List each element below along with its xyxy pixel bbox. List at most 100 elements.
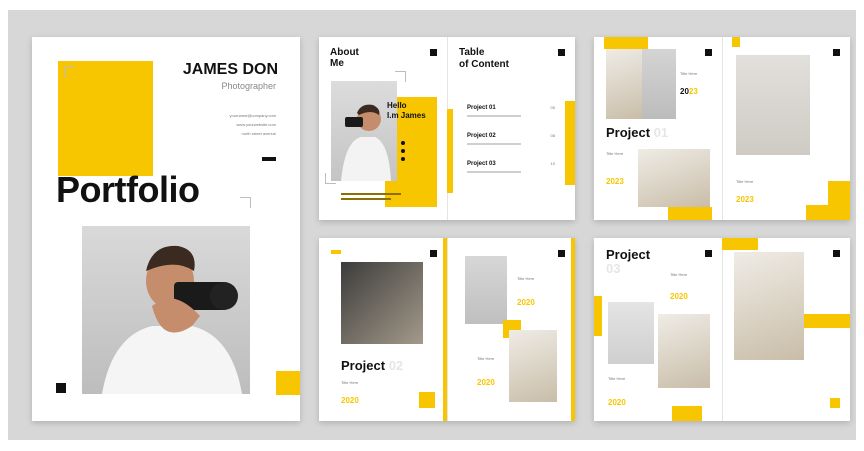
- about-bullet-2: [401, 149, 405, 153]
- toc-item-2[interactable]: Project 02: [467, 133, 496, 139]
- project-01-left-page: Title Here 2023 Project 01 Title Here 20…: [594, 37, 723, 220]
- p03-project-num: 03: [606, 261, 621, 276]
- about-text-line: [341, 198, 391, 200]
- p01-year-2: 2023: [606, 177, 624, 186]
- p01-project-word: Project: [606, 125, 651, 140]
- p02-project-num: 02: [388, 358, 404, 373]
- p01-right-bottom-yellow-2: [806, 205, 850, 220]
- p02-title-here: Title Here: [341, 380, 359, 385]
- p02-photo-flower: [509, 330, 557, 402]
- p02-right-square-icon: [558, 250, 565, 257]
- p01-square-icon: [705, 49, 712, 56]
- p02-photo-vase: [465, 256, 507, 324]
- p03-left-yellow: [594, 296, 602, 336]
- toc-right-bar: [565, 101, 575, 185]
- cover-page: JAMES DON Photographer yourname@company.…: [32, 37, 300, 421]
- toc-square-icon: [558, 49, 565, 56]
- p02-right-edge-yellow: [571, 238, 575, 421]
- cover-title: Portfolio: [56, 169, 200, 210]
- p02-right-year-2b: 20: [485, 378, 495, 387]
- p01-right-year-a: 20: [736, 195, 745, 204]
- toc-item-3-desc: [467, 171, 521, 173]
- toc-page-2: 08: [550, 133, 555, 138]
- p02-left-top-yellow: [331, 250, 341, 254]
- p01-photo-flowers: [638, 149, 710, 207]
- about-hello: Hello I.m James: [387, 101, 426, 120]
- toc-item-1[interactable]: Project 01: [467, 105, 496, 111]
- about-person: [341, 104, 391, 181]
- p03-right-top-yellow: [722, 238, 758, 250]
- p02-right-title-here: Title Here: [517, 276, 535, 281]
- p03-project-word: Project: [606, 247, 651, 262]
- spread-about-toc: About Me Hello I.m James Table of Conten…: [319, 37, 575, 220]
- p02-right-year: 2020: [517, 298, 535, 307]
- p01-year: 2023: [680, 87, 698, 96]
- p02-right-year-a: 20: [517, 298, 526, 307]
- p02-project-word: Project: [341, 358, 386, 373]
- p02-right-year-2: 2020: [477, 378, 495, 387]
- p01-year-2b: 23: [614, 177, 624, 186]
- p02-year: 2020: [341, 396, 359, 405]
- p01-bottom-yellow: [668, 207, 712, 220]
- p03-right-mid-yellow: [804, 314, 850, 328]
- p03-project-title: Project 03: [606, 248, 650, 276]
- photographer-illustration: [102, 245, 242, 394]
- project-03-right-page: [722, 238, 850, 421]
- p01-project-num: 01: [653, 125, 669, 140]
- p03-year-2a: 20: [608, 398, 617, 407]
- about-text-line: [341, 193, 401, 195]
- project-03-left-page: Project 03 Title Here 2020 Title Here 202…: [594, 238, 723, 421]
- about-page: About Me Hello I.m James: [319, 37, 448, 220]
- toc-left-bar: [447, 109, 453, 193]
- p02-right-title-here-2: Title Here: [477, 356, 495, 361]
- toc-page-1: 05: [550, 105, 555, 110]
- about-square-icon: [430, 49, 437, 56]
- p02-square-icon: [430, 250, 437, 257]
- p01-photo-objects: [736, 55, 810, 155]
- p03-photo-cup: [658, 314, 710, 388]
- p03-photo-fruit: [734, 252, 804, 360]
- cover-contact-2: www.yourwebsite.com: [236, 122, 276, 127]
- p03-year-2: 2020: [608, 398, 626, 407]
- spread-project-02: Project 02 Title Here 2020 Title Here 20…: [319, 238, 575, 421]
- p03-square-icon: [705, 250, 712, 257]
- toc-item-1-desc: [467, 115, 521, 117]
- cover-yellow-block: [58, 61, 153, 176]
- p03-title-here-2: Title Here: [608, 376, 626, 381]
- p03-right-bottom-yellow: [830, 398, 840, 408]
- p01-right-year-b: 23: [744, 195, 754, 204]
- p01-project-title: Project 01: [606, 125, 668, 140]
- p02-right-year-2a: 20: [477, 378, 486, 387]
- p01-top-yellow: [604, 37, 648, 49]
- spread-project-01: Title Here 2023 Project 01 Title Here 20…: [594, 37, 850, 220]
- p02-year-b: 20: [349, 396, 359, 405]
- about-title: About Me: [330, 47, 359, 69]
- p03-year: 2020: [670, 292, 688, 301]
- p03-bottom-yellow: [672, 406, 702, 421]
- about-corner-bottom: [325, 173, 336, 184]
- cover-photo-photographer: [82, 226, 250, 394]
- toc-item-3[interactable]: Project 03: [467, 161, 496, 167]
- cover-dash: [262, 157, 276, 161]
- p01-photo-wall: [642, 49, 676, 119]
- p02-right-year-b: 20: [525, 298, 535, 307]
- cover-yellow-square: [276, 371, 300, 395]
- p02-project-title: Project 02: [341, 358, 403, 373]
- p02-year-a: 20: [341, 396, 350, 405]
- spread-project-03: Project 03 Title Here 2020 Title Here 202…: [594, 238, 850, 421]
- p01-right-title-here: Title Here: [736, 179, 754, 184]
- about-bullet-1: [401, 141, 405, 145]
- about-bullet-3: [401, 157, 405, 161]
- mockup-canvas: JAMES DON Photographer yourname@company.…: [8, 10, 856, 440]
- about-photo: [331, 81, 397, 181]
- p01-right-square-icon: [833, 49, 840, 56]
- toc-item-2-desc: [467, 143, 521, 145]
- toc-title: Table of Content: [459, 47, 509, 70]
- cover-black-square: [56, 383, 66, 393]
- cover-contact-3: north street avenue: [241, 131, 276, 136]
- p02-photo-shadow: [341, 262, 423, 344]
- p01-photo-vase: [606, 49, 642, 119]
- p01-year-b: 23: [688, 87, 698, 96]
- p01-right-top-yellow: [732, 37, 740, 47]
- p01-title-here-2: Title Here: [606, 151, 624, 156]
